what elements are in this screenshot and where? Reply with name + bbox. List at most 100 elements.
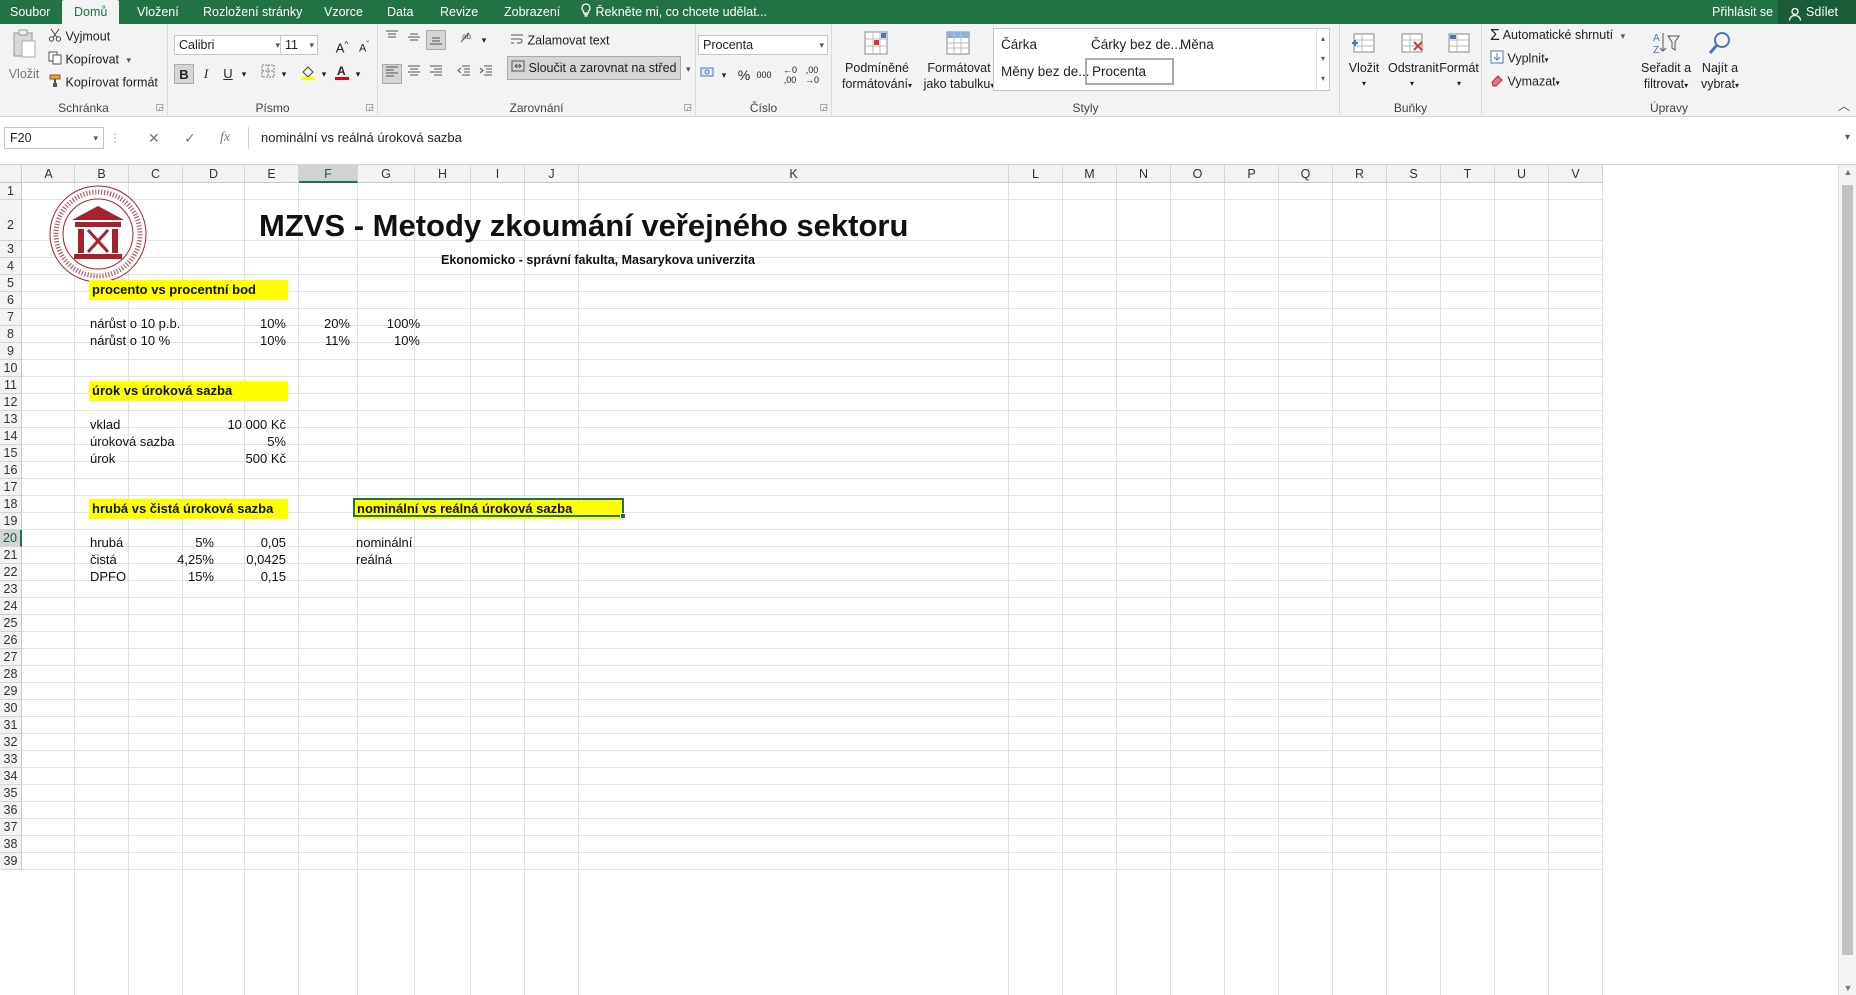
row-header-32[interactable]: 32 (0, 734, 22, 751)
row-header-33[interactable]: 33 (0, 751, 22, 768)
worksheet-grid[interactable]: ABCDEFGHIJKLMNOPQRSTUV 1 2 3 4 5 6 7 8 9 10 11 12 13… (0, 165, 1856, 995)
row-header-29[interactable]: 29 (0, 683, 22, 700)
row-header-25[interactable]: 25 (0, 615, 22, 632)
clear-button[interactable]: Vymazat▾ (1490, 73, 1560, 91)
row-header-1[interactable]: 1 (0, 183, 22, 200)
column-header-g[interactable]: G (358, 165, 415, 183)
currency-dropdown-icon[interactable]: ▾ (714, 65, 734, 85)
number-format-combo[interactable]: Procenta ▾ (698, 35, 828, 55)
column-header-h[interactable]: H (415, 165, 471, 183)
row-header-3[interactable]: 3 (0, 241, 22, 258)
cancel-icon[interactable]: ✕ (148, 127, 160, 149)
row-header-39[interactable]: 39 (0, 853, 22, 870)
row-header-10[interactable]: 10 (0, 360, 22, 377)
column-header-m[interactable]: M (1063, 165, 1117, 183)
collapse-ribbon-icon[interactable]: ︿ (1838, 97, 1850, 114)
share-button[interactable]: Sdílet (1778, 0, 1856, 24)
row-header-12[interactable]: 12 (0, 394, 22, 411)
vertical-scrollbar[interactable]: ▲ ▼ (1838, 165, 1856, 995)
column-header-b[interactable]: B (75, 165, 129, 183)
row-header-23[interactable]: 23 (0, 581, 22, 598)
row-header-34[interactable]: 34 (0, 768, 22, 785)
font-color-dropdown-icon[interactable]: ▾ (348, 64, 368, 84)
fill-color-dropdown-icon[interactable]: ▾ (314, 64, 334, 84)
tab-review[interactable]: Revize (430, 0, 488, 24)
row-header-9[interactable]: 9 (0, 343, 22, 360)
section-header-interest[interactable]: úrok vs úroková sazba (89, 381, 288, 401)
alignment-launcher-icon[interactable]: ◲ (683, 102, 692, 113)
row-header-6[interactable]: 6 (0, 292, 22, 309)
style-comma[interactable]: Čárka (1001, 36, 1037, 54)
align-middle-icon[interactable] (404, 30, 424, 50)
row-header-8[interactable]: 8 (0, 326, 22, 343)
increase-decimal-icon[interactable]: ←0,00 (780, 65, 800, 85)
fx-icon[interactable]: fx (220, 127, 230, 149)
cell-e10[interactable]: 11% (288, 331, 350, 351)
sign-in-link[interactable]: Přihlásit se (1712, 0, 1773, 24)
row-header-5[interactable]: 5 (0, 275, 22, 292)
wrap-text-button[interactable]: Zalamovat text (510, 32, 609, 50)
style-comma-no-decimal[interactable]: Čárky bez de... (1091, 36, 1182, 54)
column-header-f[interactable]: F (299, 165, 358, 183)
insert-cells-button[interactable]: Vložit ▾ (1342, 30, 1386, 92)
column-header-c[interactable]: C (129, 165, 183, 183)
column-header-j[interactable]: J (525, 165, 579, 183)
row-header-14[interactable]: 14 (0, 428, 22, 445)
bold-button[interactable]: B (174, 64, 194, 84)
font-size-combo[interactable]: 11 ▾ (280, 35, 318, 55)
cell-d24[interactable]: 0,15 (216, 567, 286, 587)
section-header-percent[interactable]: procento vs procentní bod (89, 280, 288, 300)
select-all-corner[interactable] (0, 165, 22, 183)
sort-filter-button[interactable]: AZ Seřadit a filtrovat▾ (1638, 30, 1694, 94)
underline-dropdown-icon[interactable]: ▾ (234, 64, 254, 84)
column-header-e[interactable]: E (245, 165, 299, 183)
cell-b10[interactable]: nárůst o 10 % (90, 331, 170, 351)
cell-d17[interactable]: 500 Kč (216, 449, 286, 469)
column-header-l[interactable]: L (1009, 165, 1063, 183)
column-header-a[interactable]: A (23, 165, 75, 183)
autosum-button[interactable]: Σ Automatické shrnutí ▾ (1490, 27, 1625, 44)
cell-d10[interactable]: 10% (216, 331, 286, 351)
column-header-o[interactable]: O (1171, 165, 1225, 183)
format-as-table-button[interactable]: Formátovat jako tabulku▾ (920, 30, 998, 94)
align-center-icon[interactable] (404, 64, 424, 84)
conditional-formatting-button[interactable]: Podmíněné formátování▾ (838, 30, 916, 94)
column-header-k[interactable]: K (579, 165, 1009, 183)
tell-me-box[interactable]: Řekněte mi, co chcete udělat... (580, 0, 767, 24)
column-header-t[interactable]: T (1441, 165, 1495, 183)
row-header-19[interactable]: 19 (0, 513, 22, 530)
tab-formulas[interactable]: Vzorce (314, 0, 373, 24)
column-header-n[interactable]: N (1117, 165, 1171, 183)
styles-scroll[interactable]: ▴ ▾ ▾ (1316, 29, 1329, 90)
cell-f10[interactable]: 10% (352, 331, 420, 351)
tab-view[interactable]: Zobrazení (494, 0, 570, 24)
row-header-38[interactable]: 38 (0, 836, 22, 853)
clipboard-launcher-icon[interactable]: ◲ (155, 102, 164, 113)
tab-file[interactable]: Soubor (0, 0, 64, 24)
scroll-down-icon[interactable]: ▼ (1839, 983, 1856, 993)
tab-data[interactable]: Data (377, 0, 423, 24)
section-header-gross-net[interactable]: hrubá vs čistá úroková sazba (89, 499, 288, 519)
format-painter-button[interactable]: Kopírovat formát (48, 74, 158, 92)
orientation-dropdown-icon[interactable]: ▾ (474, 30, 494, 50)
copy-button[interactable]: Kopírovat ▾ (48, 51, 131, 69)
decrease-font-icon[interactable]: Aˇ (354, 35, 374, 55)
enter-icon[interactable]: ✓ (184, 127, 196, 149)
formula-input[interactable]: nominální vs reálná úroková sazba (248, 127, 1840, 149)
row-header-27[interactable]: 27 (0, 649, 22, 666)
align-bottom-icon[interactable] (426, 30, 446, 50)
scroll-up-icon[interactable]: ▲ (1839, 167, 1856, 177)
cell-b17[interactable]: úrok (90, 449, 115, 469)
align-right-icon[interactable] (426, 64, 446, 84)
find-select-button[interactable]: Najít a vybrat▾ (1694, 30, 1746, 94)
cell-f23[interactable]: reálná (356, 550, 392, 570)
style-currency-no-decimal[interactable]: Měny bez de... (1001, 63, 1090, 81)
italic-button[interactable]: I (196, 64, 216, 84)
row-header-16[interactable]: 16 (0, 462, 22, 479)
number-launcher-icon[interactable]: ◲ (819, 102, 828, 113)
row-header-18[interactable]: 18 (0, 496, 22, 513)
scroll-thumb[interactable] (1842, 185, 1853, 955)
row-header-21[interactable]: 21 (0, 547, 22, 564)
column-header-r[interactable]: R (1333, 165, 1387, 183)
delete-cells-button[interactable]: Odstranit ▾ (1388, 30, 1439, 92)
